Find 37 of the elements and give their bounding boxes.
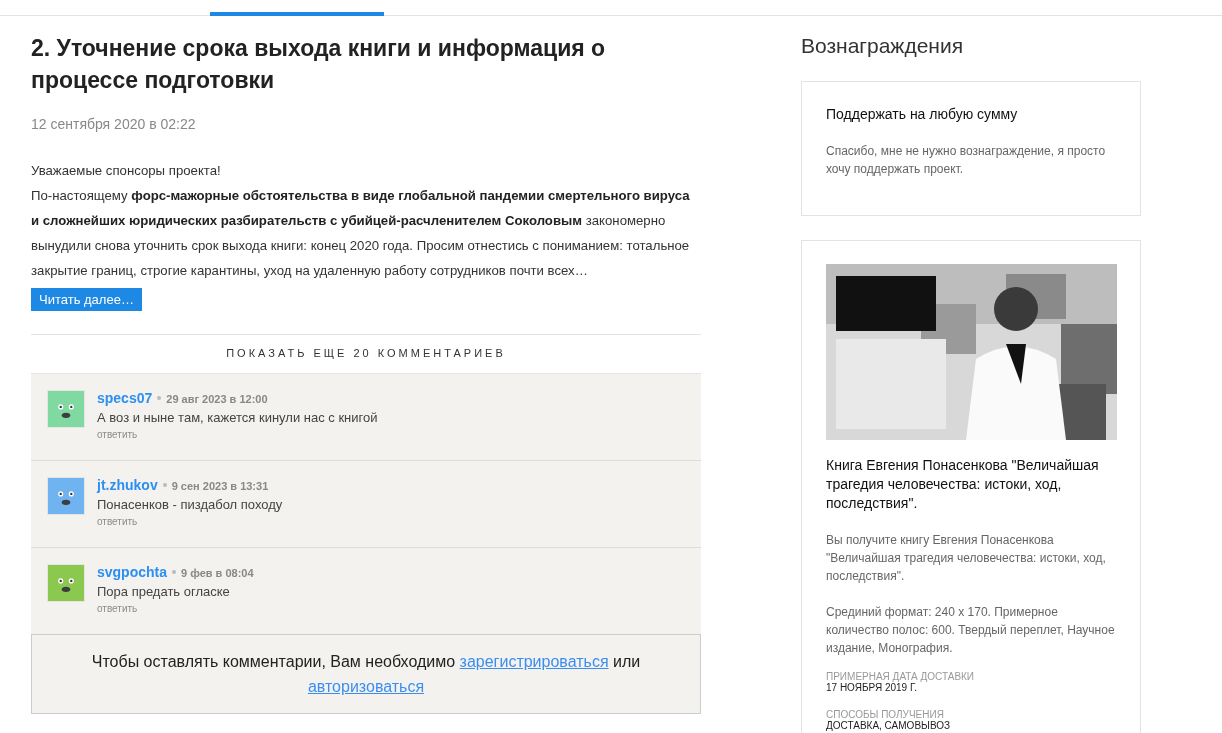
comment-text: А воз и ныне там, кажется кинули нас с книгой <box>97 410 378 425</box>
login-link[interactable]: авторизоваться <box>307 678 425 695</box>
comment-time: 9 сен 2023 в 13:31 <box>171 480 269 492</box>
field-value: ДОСТАВКА, САМОВЫВОЗ <box>826 720 952 731</box>
separator-dot-icon <box>162 483 167 487</box>
comment-time: 9 фев в 08:04 <box>181 567 254 579</box>
comment-time: 29 авг 2023 в 12:00 <box>166 393 268 405</box>
post-greeting: Уважаемые спонсоры проекта! <box>31 162 222 180</box>
post-date: 12 сентября 2020 в 02:22 <box>31 116 197 132</box>
field-label: СПОСОБЫ ПОЛУЧЕНИЯ <box>826 709 945 720</box>
reward-title: Поддержать на любую сумму <box>826 105 1019 124</box>
reward-description: Спасибо, мне не нужно вознаграждение, я просто хочу поддержать проект. <box>826 143 1107 178</box>
comment-author-link[interactable]: jt.zhukov <box>97 477 158 493</box>
field-label: ПРИМЕРНАЯ ДАТА ДОСТАВКИ <box>826 671 976 682</box>
separator-dot-icon <box>172 570 176 574</box>
reward-description: Вы получите книгу Евгения Понасенкова "Величайшая трагедия человечества: истоки, ход, последствия". <box>826 532 1107 585</box>
reply-link[interactable]: ответить <box>97 516 283 527</box>
login-prompt-text: Чтобы оставлять комментарии, Вам необходимо <box>91 653 456 670</box>
reward-title: Книга Евгения Понасенкова "Величайшая трагедия человечества: истоки, ход, последствия". <box>826 456 1100 513</box>
reply-link[interactable]: ответить <box>97 429 378 440</box>
reward-description: Срединий формат: 240 х 170. Примерное количество полос: 600. Твердый переплет, Научное издание, Монография. <box>826 604 1116 657</box>
show-more-comments-link[interactable]: ПОКАЗАТЬ ЕЩЕ 20 КОММЕНТАРИЕВ <box>31 335 701 373</box>
post-text: По-настоящему форс-мажорные обстоятельства в виде глобальной пандемии смертельного вируса и сложнейших юридических разбирательств с убийцей-расчленителем Соколовым закономерно вынудили снова уточнить срок выхода книги: конец 2020 года. Просим отнестись с пониманием: тотальное закрытие границ, строгие карантины, уход на удаленную работу сотрудников почти всех… <box>31 187 691 280</box>
read-more-button[interactable]: Читать далее… <box>31 288 142 311</box>
rewards-heading: Вознаграждения <box>801 34 965 58</box>
login-prompt-text: или <box>613 653 641 670</box>
post-title: 2. Уточнение срока выхода книги и информация о процессе подготовки <box>31 34 607 95</box>
comment-author-link[interactable]: specs07 <box>97 390 153 406</box>
reward-card[interactable] <box>801 240 1141 733</box>
comment-author-link[interactable]: svgpochta <box>97 564 167 580</box>
comment-text: Понасенков - пиздабол походу <box>97 497 283 512</box>
field-value: 17 НОЯБРЯ 2019 Г. <box>826 682 918 693</box>
separator-dot-icon <box>157 396 162 400</box>
reward-card[interactable]: Поддержать на любую сумму Спасибо, мне не нужно вознаграждение, я просто хочу поддержать проект. <box>801 81 1141 216</box>
register-link[interactable]: зарегистрироваться <box>459 653 609 670</box>
comment-text: Пора предать огласке <box>97 584 231 599</box>
reply-link[interactable]: ответить <box>97 603 254 614</box>
